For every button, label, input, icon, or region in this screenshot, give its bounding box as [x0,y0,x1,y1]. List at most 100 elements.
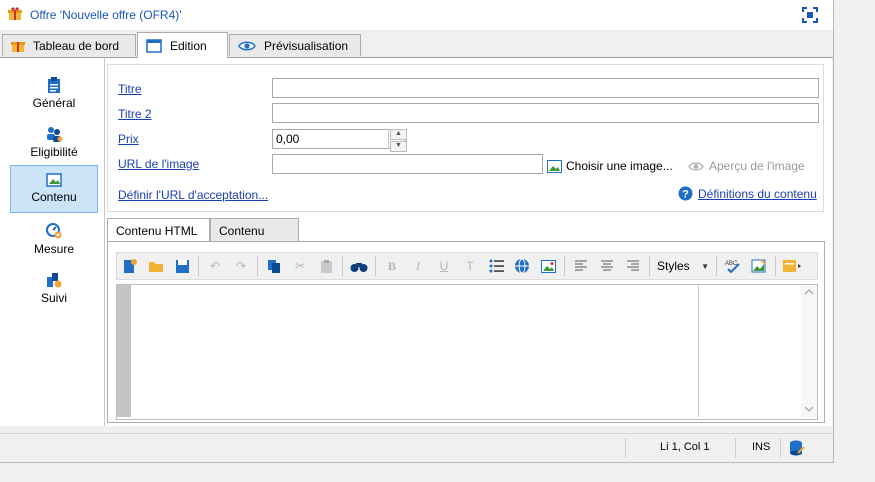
toolbar-separator [716,256,717,276]
redo-icon[interactable]: ↷ [228,254,254,278]
sidebar-item-contenu[interactable]: Contenu [10,165,98,213]
undo-icon[interactable]: ↶ [202,254,228,278]
titre-input[interactable] [272,78,819,98]
sidebar-item-general[interactable]: Général [10,70,98,118]
status-separator [625,438,626,458]
sidebar-item-label: Général [32,96,76,110]
toolbar-separator [198,256,199,276]
main-tabs: Tableau de bord Edition Prévisualisation [0,32,833,58]
edit-image-icon[interactable] [746,254,772,278]
sidebar: Général Eligibilité Contenu Mesure Suivi [0,58,105,426]
tab-tableau-de-bord[interactable]: Tableau de bord [2,34,136,56]
tab-label: Tableau de bord [33,38,120,53]
open-folder-icon[interactable] [143,254,169,278]
dashboard-icon [11,41,25,52]
edition-icon [146,38,162,53]
sidebar-item-label: Suivi [40,291,67,305]
prix-label[interactable]: Prix [118,132,139,146]
content-definitions-label: Définitions du contenu [698,186,817,201]
save-icon[interactable] [169,254,195,278]
insert-field-icon[interactable] [779,254,805,278]
prix-stepper[interactable]: ▲ ▼ [388,129,407,152]
window: Offre 'Nouvelle offre (OFR4)' Tableau de… [0,0,834,463]
sidebar-item-mesure[interactable]: Mesure [10,216,98,264]
toolbar-separator [257,256,258,276]
accept-url-link[interactable]: Définir l'URL d'acceptation... [118,188,268,202]
gauge-icon [46,223,62,239]
insert-mode: INS [752,441,771,453]
sidebar-item-label: Mesure [33,242,74,256]
stepper-up-icon[interactable]: ▲ [390,129,407,140]
users-icon [47,127,63,142]
vertical-scrollbar[interactable] [801,285,817,417]
editor-toolbar: ↶ ↷ ✂ B I U T Styles ▼ ABC [116,252,818,280]
margin-line [698,285,699,417]
link-globe-icon[interactable] [509,254,535,278]
align-center-icon[interactable] [594,254,620,278]
choose-image-label: Choisir une image... [566,159,673,173]
content-panel: Titre Titre 2 Prix ▲ ▼ URL de l'image Ch… [105,58,832,426]
html-edit-area[interactable] [116,284,818,420]
line-gutter [117,285,131,417]
paste-icon[interactable] [313,254,339,278]
sidebar-item-eligibilite[interactable]: Eligibilité [10,119,98,167]
preview-image-label: Aperçu de l'image [709,159,805,173]
toolbar-separator [342,256,343,276]
fullscreen-icon[interactable] [802,7,818,23]
tab-label: Edition [170,38,207,53]
offer-form: Titre Titre 2 Prix ▲ ▼ URL de l'image Ch… [107,64,824,212]
tab-label: Contenu HTML [116,224,198,238]
align-right-icon[interactable] [620,254,646,278]
status-separator [780,438,781,458]
prix-input[interactable] [272,129,406,149]
tab-previsualisation[interactable]: Prévisualisation [229,34,361,56]
help-icon: ? [678,186,693,201]
find-icon[interactable] [346,254,372,278]
content-tabs: Contenu HTML Contenu texte [107,218,825,252]
html-editor: ↶ ↷ ✂ B I U T Styles ▼ ABC [107,241,825,423]
toolbar-separator [775,256,776,276]
bold-button[interactable]: B [379,254,405,278]
insert-image-icon[interactable] [535,254,561,278]
cursor-position: Li 1, Col 1 [660,441,710,453]
url-image-input[interactable] [272,154,543,174]
eye-icon [238,41,256,50]
content-definitions-link[interactable]: ? Définitions du contenu [678,186,817,201]
status-bar: Li 1, Col 1 INS [0,433,833,462]
database-icon[interactable] [789,440,805,457]
sidebar-item-label: Eligibilité [30,145,78,159]
url-image-label[interactable]: URL de l'image [118,157,199,171]
chevron-down-icon: ▼ [701,261,709,271]
scroll-arrows [804,289,814,412]
toolbar-separator [649,256,650,276]
italic-button[interactable]: I [405,254,431,278]
tracking-icon [47,273,62,288]
eye-icon [688,161,704,171]
underline-button[interactable]: U [431,254,457,278]
titre2-input[interactable] [272,103,819,123]
toolbar-separator [564,256,565,276]
new-document-icon[interactable] [117,254,143,278]
gift-icon [8,7,22,20]
svg-text:?: ? [682,189,689,201]
tab-contenu-html[interactable]: Contenu HTML [107,218,210,242]
window-title: Offre 'Nouvelle offre (OFR4)' [30,8,182,22]
bullet-list-icon[interactable] [483,254,509,278]
styles-dropdown[interactable]: Styles ▼ [653,256,713,276]
tab-edition[interactable]: Edition [137,32,228,58]
choose-image-button[interactable]: Choisir une image... [547,159,673,173]
sidebar-item-suivi[interactable]: Suivi [10,265,98,313]
copy-icon[interactable] [261,254,287,278]
clipboard-icon [48,77,60,93]
titre-label[interactable]: Titre [118,82,142,96]
titre2-label[interactable]: Titre 2 [118,107,152,121]
align-left-icon[interactable] [568,254,594,278]
styles-label: Styles [657,259,690,273]
tab-contenu-texte[interactable]: Contenu texte [210,218,299,252]
spellcheck-icon[interactable]: ABC [720,254,746,278]
cut-icon[interactable]: ✂ [287,254,313,278]
sidebar-item-label: Contenu [31,190,77,204]
text-color-icon[interactable]: T [457,254,483,278]
preview-image-button[interactable]: Aperçu de l'image [688,159,805,173]
stepper-down-icon[interactable]: ▼ [390,141,407,152]
